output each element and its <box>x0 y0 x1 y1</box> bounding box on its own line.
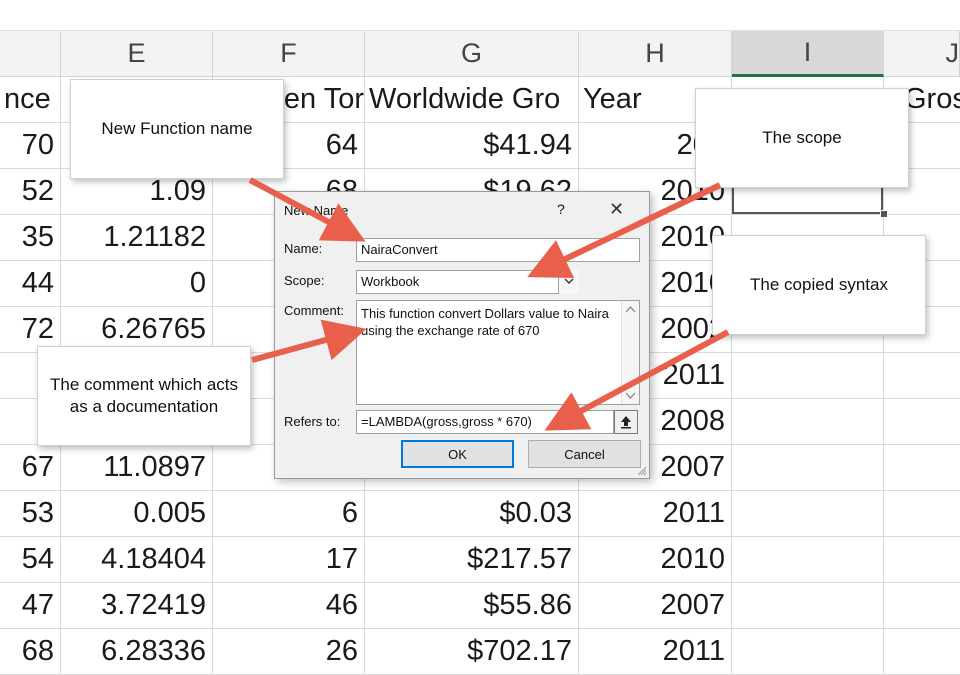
callout-comment: The comment which acts as a documentatio… <box>37 346 251 446</box>
scope-select[interactable]: Workbook <box>356 270 579 294</box>
comment-label: Comment: <box>284 303 344 318</box>
table-cell[interactable]: 4.18404 <box>61 537 213 583</box>
table-cell[interactable]: $702.17 <box>365 629 579 675</box>
table-cell[interactable] <box>884 629 960 675</box>
collapse-upload-icon[interactable] <box>614 410 638 434</box>
column-header-d[interactable] <box>0 31 61 77</box>
table-cell[interactable] <box>884 537 960 583</box>
table-cell[interactable]: 1.21182 <box>61 215 213 261</box>
table-cell[interactable]: 0 <box>61 261 213 307</box>
table-cell[interactable]: 3.72419 <box>61 583 213 629</box>
table-cell[interactable]: 6.28336 <box>61 629 213 675</box>
table-cell[interactable]: 2010 <box>579 537 732 583</box>
new-name-dialog: New Name ? ✕ Name: NairaConvert Scope: W… <box>274 191 650 479</box>
table-cell[interactable] <box>732 445 884 491</box>
resize-grip-icon[interactable] <box>637 466 647 476</box>
table-cell[interactable] <box>732 353 884 399</box>
refers-to-label: Refers to: <box>284 414 341 429</box>
ribbon-strip <box>0 0 960 31</box>
table-cell[interactable]: $217.57 <box>365 537 579 583</box>
table-cell[interactable] <box>884 399 960 445</box>
table-cell[interactable] <box>732 399 884 445</box>
comment-scrollbar[interactable] <box>621 301 639 404</box>
table-cell[interactable] <box>884 353 960 399</box>
table-cell[interactable] <box>884 583 960 629</box>
table-cell[interactable] <box>732 629 884 675</box>
dropdown-arrow-icon[interactable] <box>558 270 579 294</box>
table-cell[interactable]: 52 <box>0 169 61 215</box>
table-cell[interactable] <box>884 491 960 537</box>
table-cell[interactable]: 2007 <box>579 583 732 629</box>
callout-scope: The scope <box>695 88 909 188</box>
scope-label: Scope: <box>284 273 325 288</box>
help-icon[interactable]: ? <box>557 201 565 217</box>
table-cell[interactable]: 17 <box>213 537 365 583</box>
dialog-title: New Name <box>284 203 349 218</box>
column-header-f[interactable]: F <box>213 31 365 77</box>
column-header-h[interactable]: H <box>579 31 732 77</box>
cell-header-g[interactable]: Worldwide Gro <box>365 77 579 123</box>
table-cell[interactable]: 54 <box>0 537 61 583</box>
cancel-button[interactable]: Cancel <box>528 440 641 468</box>
table-cell[interactable]: 0.005 <box>61 491 213 537</box>
table-cell[interactable] <box>732 491 884 537</box>
name-label: Name: <box>284 241 323 256</box>
column-header-g[interactable]: G <box>365 31 579 77</box>
column-header-e[interactable]: E <box>61 31 213 77</box>
name-input[interactable]: NairaConvert <box>356 238 640 262</box>
refers-to-input[interactable]: =LAMBDA(gross,gross * 670) <box>356 410 614 434</box>
table-cell[interactable]: 70 <box>0 123 61 169</box>
fill-handle[interactable] <box>880 210 888 218</box>
table-cell[interactable]: 11.0897 <box>61 445 213 491</box>
table-cell[interactable]: $55.86 <box>365 583 579 629</box>
table-cell[interactable]: 44 <box>0 261 61 307</box>
table-cell[interactable]: 47 <box>0 583 61 629</box>
table-cell[interactable] <box>884 445 960 491</box>
table-cell[interactable]: 68 <box>0 629 61 675</box>
ok-button[interactable]: OK <box>401 440 514 468</box>
table-cell[interactable]: $41.94 <box>365 123 579 169</box>
comment-text: This function convert Dollars value to N… <box>361 306 609 338</box>
table-cell[interactable]: $0.03 <box>365 491 579 537</box>
table-cell[interactable]: 26 <box>213 629 365 675</box>
table-cell[interactable] <box>732 583 884 629</box>
column-header-j[interactable]: J <box>884 31 960 77</box>
table-cell[interactable] <box>732 537 884 583</box>
callout-function-name: New Function name <box>70 79 284 179</box>
table-cell[interactable]: 53 <box>0 491 61 537</box>
table-cell[interactable]: 2011 <box>579 629 732 675</box>
table-cell[interactable]: 46 <box>213 583 365 629</box>
table-cell[interactable]: 2011 <box>579 491 732 537</box>
cell-header-d[interactable]: nce s <box>0 77 61 123</box>
table-cell[interactable]: 67 <box>0 445 61 491</box>
callout-syntax: The copied syntax <box>712 235 926 335</box>
column-header-i[interactable]: I <box>732 31 884 77</box>
table-cell[interactable]: 35 <box>0 215 61 261</box>
close-icon[interactable]: ✕ <box>609 199 624 220</box>
table-cell[interactable]: 6 <box>213 491 365 537</box>
comment-textarea[interactable]: This function convert Dollars value to N… <box>356 300 640 405</box>
